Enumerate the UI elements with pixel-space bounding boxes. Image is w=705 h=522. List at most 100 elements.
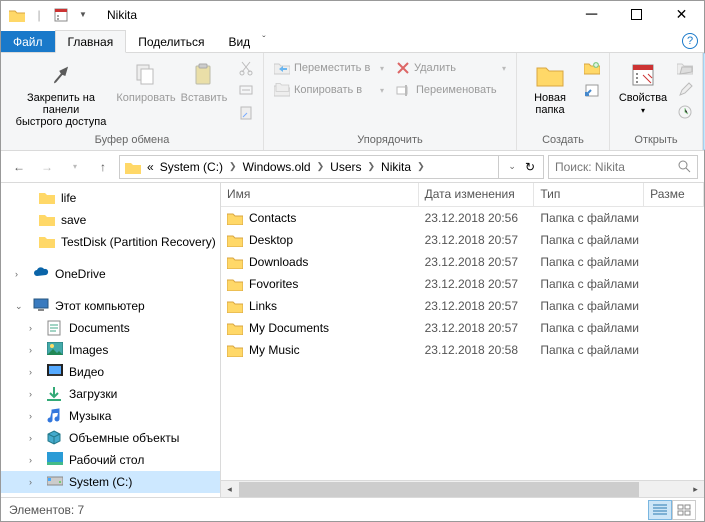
breadcrumb[interactable]: « System (C:)❯ Windows.old❯ Users❯ Nikit… [119, 155, 544, 179]
tree-save[interactable]: save [1, 209, 220, 231]
new-folder-button[interactable]: Новая папка [523, 57, 577, 119]
chevron-right-icon[interactable]: › [29, 389, 41, 399]
table-row[interactable]: Downloads23.12.2018 20:57Папка с файлами [221, 251, 704, 273]
scroll-right-icon[interactable]: ▸ [687, 481, 704, 498]
copy-to-button[interactable]: Копировать в▾ [270, 79, 388, 101]
recent-dropdown[interactable]: ▾ [63, 155, 87, 179]
downloads-icon [47, 386, 63, 402]
details-view-button[interactable] [648, 500, 672, 520]
close-button[interactable]: ✕ [659, 1, 704, 29]
chevron-right-icon[interactable]: › [29, 367, 41, 377]
tree-onedrive[interactable]: ›OneDrive [1, 263, 220, 285]
pin-quick-access-button[interactable]: Закрепить на панели быстрого доступа [7, 57, 115, 131]
file-name: Links [249, 299, 277, 313]
maximize-button[interactable] [614, 1, 659, 29]
chevron-right-icon[interactable]: ❯ [414, 161, 428, 172]
table-row[interactable]: Fovorites23.12.2018 20:57Папка с файлами [221, 273, 704, 295]
back-button[interactable]: ← [7, 155, 31, 179]
col-name[interactable]: Имя [221, 183, 419, 206]
tree-3dobjects[interactable]: ›Объемные объекты [1, 427, 220, 449]
scroll-left-icon[interactable]: ◂ [221, 481, 238, 498]
table-row[interactable]: My Music23.12.2018 20:58Папка с файлами [221, 339, 704, 361]
folder-icon [7, 5, 27, 25]
cut-button[interactable] [235, 57, 257, 79]
chevron-right-icon[interactable]: ❯ [226, 161, 240, 172]
nav-tree[interactable]: life save TestDisk (Partition Recovery) … [1, 183, 221, 497]
crumb-back[interactable]: « [144, 160, 157, 174]
table-row[interactable]: Contacts23.12.2018 20:56Папка с файлами [221, 207, 704, 229]
file-date: 23.12.2018 20:57 [419, 321, 535, 335]
crumb-users[interactable]: Users [327, 160, 364, 174]
tree-testdisk[interactable]: TestDisk (Partition Recovery) [1, 231, 220, 253]
chevron-right-icon[interactable]: › [29, 477, 41, 487]
crumb-system[interactable]: System (C:) [157, 160, 226, 174]
chevron-right-icon[interactable]: › [29, 433, 41, 443]
chevron-right-icon[interactable]: › [29, 411, 41, 421]
crumb-nikita[interactable]: Nikita [378, 160, 414, 174]
easy-access-button[interactable] [581, 79, 603, 101]
tree-thispc[interactable]: ⌄Этот компьютер [1, 295, 220, 317]
tree-desktop[interactable]: ›Рабочий стол [1, 449, 220, 471]
copy-button[interactable]: Копировать [119, 57, 173, 107]
chevron-right-icon[interactable]: › [29, 455, 41, 465]
minimize-button[interactable]: ─ [569, 1, 614, 29]
refresh-icon[interactable]: ↻ [525, 160, 535, 174]
paste-button[interactable]: Вставить [177, 57, 231, 107]
table-row[interactable]: Desktop23.12.2018 20:57Папка с файлами [221, 229, 704, 251]
properties-icon[interactable] [51, 5, 71, 25]
col-date[interactable]: Дата изменения [419, 183, 535, 206]
file-date: 23.12.2018 20:56 [419, 211, 535, 225]
chevron-right-icon[interactable]: ❯ [365, 161, 379, 172]
col-size[interactable]: Разме [644, 183, 704, 206]
scroll-thumb[interactable] [239, 482, 639, 497]
titlebar: | ▼ Nikita ─ ✕ [1, 1, 704, 29]
tab-view[interactable]: Вид [216, 31, 262, 52]
crumb-windowsold[interactable]: Windows.old [240, 160, 314, 174]
help-icon[interactable]: ? [682, 33, 698, 49]
edit-button[interactable] [674, 79, 696, 101]
new-item-button[interactable] [581, 57, 603, 79]
forward-button[interactable]: → [35, 155, 59, 179]
chevron-right-icon[interactable]: › [15, 269, 27, 279]
table-row[interactable]: Links23.12.2018 20:57Папка с файлами [221, 295, 704, 317]
rename-label: Переименовать [416, 84, 497, 96]
tree-life[interactable]: life [1, 187, 220, 209]
table-row[interactable]: My Documents23.12.2018 20:57Папка с файл… [221, 317, 704, 339]
properties-button[interactable]: Свойства▾ [616, 57, 670, 120]
tree-downloads[interactable]: ›Загрузки [1, 383, 220, 405]
tab-file[interactable]: Файл [1, 31, 55, 52]
file-date: 23.12.2018 20:57 [419, 233, 535, 247]
open-button[interactable] [674, 57, 696, 79]
icons-view-button[interactable] [672, 500, 696, 520]
chevron-right-icon[interactable]: ❯ [314, 161, 328, 172]
move-to-button[interactable]: Переместить в▾ [270, 57, 388, 79]
qat-dropdown-icon[interactable]: ▼ [73, 5, 93, 25]
rename-button[interactable]: Переименовать [392, 79, 510, 101]
chevron-down-icon[interactable]: ⌄ [15, 301, 27, 312]
chevron-right-icon[interactable]: › [29, 323, 41, 333]
up-button[interactable]: ↑ [91, 155, 115, 179]
history-button[interactable] [674, 101, 696, 123]
tab-home[interactable]: Главная [55, 30, 127, 53]
tree-documents[interactable]: ›Documents [1, 317, 220, 339]
tree-video[interactable]: ›Видео [1, 361, 220, 383]
tree-images[interactable]: ›Images [1, 339, 220, 361]
tree-music[interactable]: ›Музыка [1, 405, 220, 427]
status-bar: Элементов: 7 [1, 497, 704, 521]
paste-shortcut-button[interactable] [235, 101, 257, 123]
ribbon-collapse-icon[interactable]: ˇ [262, 35, 265, 46]
horizontal-scrollbar[interactable]: ◂ ▸ [221, 480, 704, 497]
tree-label: save [61, 213, 86, 227]
main-area: life save TestDisk (Partition Recovery) … [1, 183, 704, 497]
file-type: Папка с файлами [534, 277, 644, 291]
file-name: Fovorites [249, 277, 298, 291]
delete-button[interactable]: Удалить▾ [392, 57, 510, 79]
copy-path-button[interactable] [235, 79, 257, 101]
chevron-right-icon[interactable]: › [29, 345, 41, 355]
crumb-dropdown-icon[interactable]: ⌄ [505, 161, 519, 172]
col-type[interactable]: Тип [534, 183, 644, 206]
tree-systemc[interactable]: ›System (C:) [1, 471, 220, 493]
tab-share[interactable]: Поделиться [126, 31, 216, 52]
file-rows[interactable]: Contacts23.12.2018 20:56Папка с файламиD… [221, 207, 704, 480]
search-input[interactable]: Поиск: Nikita [548, 155, 698, 179]
